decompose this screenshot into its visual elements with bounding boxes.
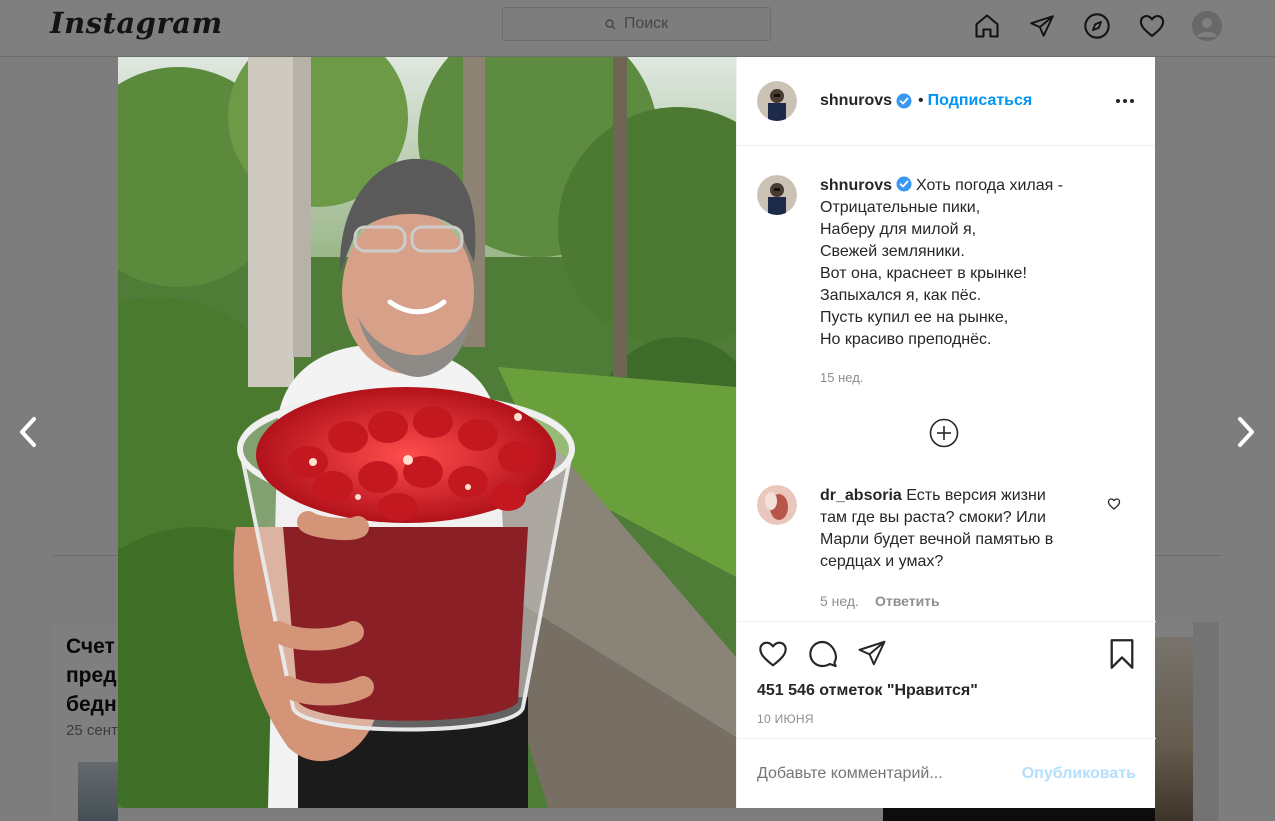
comment-input[interactable] bbox=[757, 764, 1022, 783]
share-direct-icon[interactable] bbox=[857, 638, 887, 675]
post-header: shnurovs • Подписаться bbox=[737, 57, 1155, 146]
plus-circle-icon bbox=[929, 418, 959, 448]
caption-author[interactable]: shnurovs bbox=[820, 177, 892, 194]
post-modal: shnurovs • Подписаться shnurovs Хоть пого… bbox=[118, 57, 1156, 808]
post-actions-section: 451 546 отметок "Нравится" 10 ИЮНЯ bbox=[737, 621, 1156, 738]
comment-item: dr_absoria Есть версия жизни там где вы … bbox=[757, 485, 1137, 573]
action-bar bbox=[757, 638, 887, 675]
chevron-left-icon bbox=[20, 417, 36, 447]
author-avatar[interactable] bbox=[757, 175, 797, 215]
follow-button[interactable]: Подписаться bbox=[928, 92, 1033, 110]
header-separator: • bbox=[918, 92, 924, 109]
post-caption: shnurovs Хоть погода хилая - Отрицательны… bbox=[757, 175, 1137, 351]
verified-badge-icon bbox=[896, 176, 912, 192]
comment-timestamp[interactable]: 5 нед. bbox=[820, 593, 859, 609]
comment-meta: 5 нед. Ответить bbox=[820, 593, 940, 609]
chevron-right-icon bbox=[1238, 417, 1254, 447]
more-options-icon[interactable] bbox=[1115, 91, 1135, 116]
caption-timestamp[interactable]: 15 нед. bbox=[820, 370, 863, 385]
author-username[interactable]: shnurovs bbox=[820, 92, 892, 110]
load-more-comments-button[interactable] bbox=[929, 418, 959, 453]
post-date[interactable]: 10 ИЮНЯ bbox=[757, 712, 814, 726]
bookmark-icon[interactable] bbox=[1108, 638, 1136, 675]
previous-post-button[interactable] bbox=[8, 410, 48, 454]
caption-text: Хоть погода хилая - Отрицательные пики, … bbox=[820, 177, 1064, 348]
verified-badge-icon bbox=[896, 93, 912, 109]
comment-bubble-icon[interactable] bbox=[807, 638, 839, 675]
like-heart-icon[interactable] bbox=[757, 638, 789, 675]
reply-button[interactable]: Ответить bbox=[875, 593, 940, 609]
commenter-username[interactable]: dr_absoria bbox=[820, 487, 902, 504]
next-post-button[interactable] bbox=[1226, 410, 1266, 454]
like-comment-heart-icon[interactable] bbox=[1107, 497, 1121, 516]
publish-button[interactable]: Опубликовать bbox=[1022, 765, 1136, 783]
post-photo-image bbox=[118, 57, 736, 808]
commenter-avatar[interactable] bbox=[757, 485, 797, 525]
add-comment-bar: Опубликовать bbox=[737, 738, 1156, 808]
likes-count[interactable]: 451 546 отметок "Нравится" bbox=[757, 682, 978, 700]
post-details-panel: shnurovs • Подписаться shnurovs Хоть пого… bbox=[736, 57, 1156, 808]
post-photo[interactable] bbox=[118, 57, 736, 808]
author-avatar[interactable] bbox=[757, 81, 797, 121]
